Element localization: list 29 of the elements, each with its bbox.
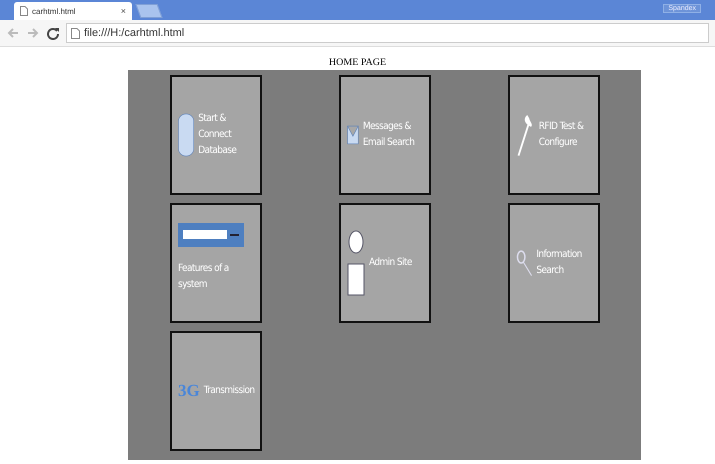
tile-label: Admin Site [369, 256, 412, 270]
new-tab-button[interactable] [135, 4, 163, 18]
address-bar[interactable]: file:///H:/carhtml.html [66, 23, 709, 43]
tile-label: Messages & Email Search [362, 120, 416, 150]
menu-tile[interactable]: 3G Transmission [170, 331, 262, 451]
address-text: file:///H:/carhtml.html [84, 27, 184, 39]
page-icon [20, 6, 28, 16]
menu-tile[interactable]: Features of a system [170, 203, 262, 323]
badge-text: 3G [178, 381, 200, 401]
tile-label: Features of a system [178, 262, 230, 292]
forward-icon[interactable] [26, 26, 40, 40]
tile-label: Information Search [536, 248, 583, 278]
person-icon [347, 230, 365, 296]
close-tab-button[interactable]: × [120, 6, 126, 16]
page-icon [71, 28, 80, 38]
back-icon[interactable] [6, 26, 20, 40]
menu-tile[interactable]: RFID Test & Configure [508, 75, 600, 195]
tab-title: carhtml.html [32, 6, 77, 16]
page-heading: HOME PAGE [328, 57, 388, 68]
browser-tab[interactable]: carhtml.html × [14, 2, 132, 20]
tile-label: RFID Test & Configure [538, 120, 584, 150]
tile-label: Transmission [204, 384, 255, 398]
search-bar-icon [178, 223, 244, 247]
menu-tile[interactable]: Information Search [508, 203, 600, 323]
reload-icon[interactable] [46, 26, 60, 40]
menu-tile[interactable]: Start & Connect Database [170, 75, 262, 195]
menu-tile[interactable]: Admin Site [339, 203, 431, 323]
tile-label: Start & Connect Database [198, 112, 238, 158]
menu-tile[interactable]: Messages & Email Search [339, 75, 431, 195]
